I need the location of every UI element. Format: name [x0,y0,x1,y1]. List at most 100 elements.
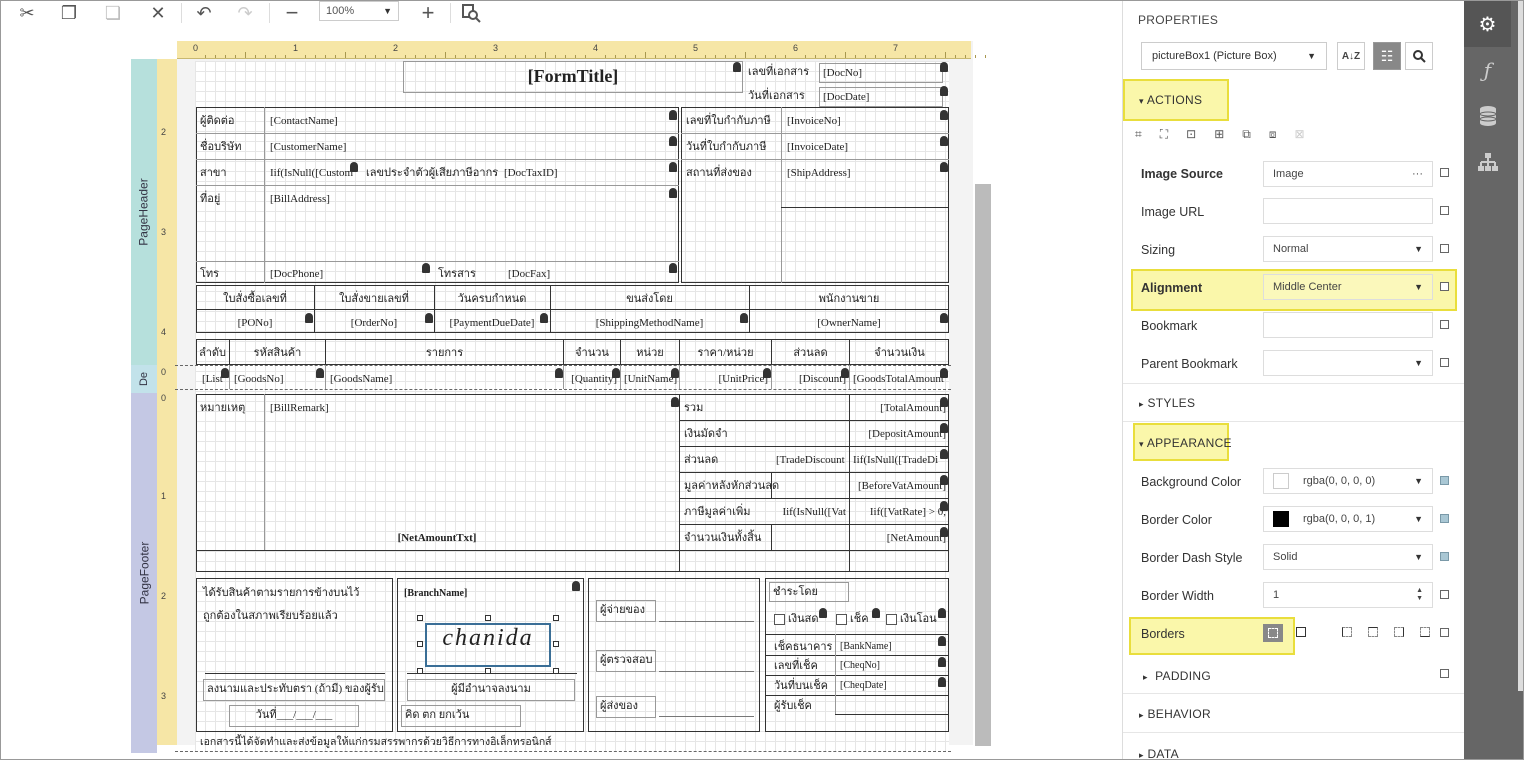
order-value-po[interactable]: [PONo] [197,314,313,332]
invoice-no-field[interactable]: [InvoiceNo] [784,112,934,130]
report-canvas[interactable]: [FormTitle] เลขที่เอกสาร [DocNo] วันที่เ… [175,61,951,752]
taxid-label[interactable]: เลขประจำตัวผู้เสียภาษีอากร [363,164,498,182]
phone-field[interactable]: [DocPhone] [267,265,417,283]
sort-alpha-icon[interactable]: A↓Z [1337,42,1365,70]
vat-expr-field[interactable]: Iif(IsNull([Vat [773,503,849,521]
item-header-price[interactable]: ราคา/หน่วย [680,344,771,362]
redo-icon[interactable]: ↷ [231,1,259,25]
item-header-amount[interactable]: จำนวนเงิน [850,344,949,362]
authorized-label[interactable]: ผู้มีอำนาจลงนาม [407,679,575,701]
image-source-reset[interactable] [1440,168,1449,177]
invoice-date-field[interactable]: [InvoiceDate] [784,138,934,156]
border-left-icon[interactable] [1342,627,1352,637]
border-right-icon[interactable] [1394,627,1404,637]
contact-label[interactable]: ผู้ติดต่อ [197,112,263,130]
item-header-desc[interactable]: รายการ [326,344,563,362]
branch-expr-field[interactable]: Iif(IsNull([Custom [267,164,359,182]
summary-label-deposit[interactable]: เงินมัดจำ [681,425,847,443]
order-header-sales[interactable]: พนักงานขาย [750,290,948,308]
page-footer-band[interactable]: PageFooter [131,393,157,753]
summary-value-vat[interactable]: Iif([VatRate] > 0, [850,503,949,521]
field-list-database-icon[interactable] [1464,93,1511,139]
bring-to-front-icon[interactable]: ⧉ [1242,127,1251,142]
image-source-input[interactable]: Image ··· [1263,161,1433,187]
bg-color-reset[interactable] [1440,476,1449,485]
summary-value-discount[interactable]: Iif(IsNull([TradeDi [850,451,949,469]
order-value-so[interactable]: [OrderNo] [315,314,433,332]
order-value-due[interactable]: [PaymentDueDate] [435,314,549,332]
order-header-so[interactable]: ใบสั่งขายเลขที่ [315,290,433,308]
border-bottom-icon[interactable] [1420,627,1430,637]
copy-icon[interactable]: ❐ [55,1,83,25]
trade-discount-field[interactable]: [TradeDiscount [773,451,849,469]
net-amount-text[interactable]: [NetAmountTxt] [197,529,677,547]
align-to-grid-icon[interactable]: ⌗ [1135,127,1142,142]
zoom-in-icon[interactable]: + [414,1,442,25]
remark-label[interactable]: หมายเหตุ [197,399,263,417]
summary-label-discount[interactable]: ส่วนลด [681,451,769,469]
cheq-date-label[interactable]: วันที่บนเช็ค [771,677,835,695]
alignment-select[interactable]: Middle Center ▼ [1263,274,1433,300]
address-field[interactable]: [BillAddress] [267,190,667,208]
address-label[interactable]: ที่อยู่ [197,190,263,208]
image-url-reset[interactable] [1440,206,1449,215]
summary-value-net[interactable]: [NetAmount] [850,529,949,547]
delete-icon[interactable]: ✕ [144,1,172,25]
border-all-icon[interactable] [1296,627,1306,637]
vertical-scrollbar[interactable] [975,184,991,746]
sizing-reset[interactable] [1440,244,1449,253]
bank-field[interactable]: [BankName] [837,638,947,656]
fax-field[interactable]: [DocFax] [505,265,665,283]
zoom-out-icon[interactable]: − [278,1,306,25]
doc-date-field[interactable]: [DocDate] [819,87,943,107]
properties-gear-icon[interactable]: ⚙ [1464,1,1511,47]
padding-reset[interactable] [1440,669,1449,678]
center-horizontally-icon[interactable]: ⊡ [1186,127,1196,142]
border-color-reset[interactable] [1440,514,1449,523]
border-color-select[interactable]: rgba(0, 0, 0, 1) ▼ [1263,506,1433,532]
appearance-section-toggle[interactable]: ▾ APPEARANCE [1139,436,1481,450]
sizing-select[interactable]: Normal ▼ [1263,236,1433,262]
pay-by-label[interactable]: ชำระโดย [769,582,849,602]
padding-section-toggle[interactable]: ▸ PADDING [1143,669,1485,683]
summary-label-net[interactable]: จำนวนเงินทั้งสิ้น [681,529,847,547]
send-to-back-icon[interactable]: ⧈ [1269,127,1277,142]
stepper-icon[interactable]: ▲ ▼ [1416,587,1423,603]
data-section-toggle[interactable]: ▸ DATA [1139,747,1481,759]
order-value-ship[interactable]: [ShippingMethodName] [551,314,748,332]
expressions-function-icon[interactable]: ƒ [1464,47,1511,93]
received-line-2[interactable]: ถูกต้องในสภาพเรียบร้อยแล้ว [200,607,390,625]
order-header-po[interactable]: ใบสั่งซื้อเลขที่ [197,290,313,308]
doc-no-field[interactable]: [DocNo] [819,63,943,83]
styles-section-toggle[interactable]: ▸ STYLES [1139,396,1481,410]
undo-icon[interactable]: ↶ [190,1,218,25]
payer-label[interactable]: ผู้จ่ายของ [596,600,656,622]
alignment-reset[interactable] [1440,282,1449,291]
cheq-no-label[interactable]: เลขที่เช็ค [771,657,835,675]
categorized-view-icon[interactable]: ☷ [1373,42,1401,70]
bookmark-input[interactable] [1263,312,1433,338]
parent-bookmark-reset[interactable] [1440,358,1449,367]
item-value-desc[interactable]: [GoodsName] [327,370,561,388]
invoice-no-label[interactable]: เลขที่ใบกำกับภาษี [683,112,779,130]
item-value-code[interactable]: [GoodsNo] [231,370,323,388]
contact-field[interactable]: [ContactName] [267,112,667,130]
phone-label[interactable]: โทร [197,265,263,283]
order-header-ship[interactable]: ขนส่งโดย [551,290,748,308]
summary-value-before-vat[interactable]: [BeforeVatAmount] [850,477,949,495]
paste-icon[interactable]: ❏ [99,1,127,25]
receiver-date-line[interactable]: วันที่___/___/___ [229,705,359,727]
item-value-discount[interactable]: [Discount] [772,370,849,388]
sender-label[interactable]: ผู้ส่งของ [596,696,656,718]
cheq-receiver-label[interactable]: ผู้รับเช็ค [771,697,835,715]
parent-bookmark-select[interactable]: ▼ [1263,350,1433,376]
signature-picture-box[interactable]: chanida [425,623,551,667]
item-header-code[interactable]: รหัสสินค้า [230,344,325,362]
border-top-icon[interactable] [1368,627,1378,637]
receiver-sign-label[interactable]: ลงนามและประทับตรา (ถ้ามี) ของผู้รับ [203,679,385,701]
bg-color-select[interactable]: rgba(0, 0, 0, 0) ▼ [1263,468,1433,494]
cheq-date-field[interactable]: [CheqDate] [837,677,947,695]
page-header-band[interactable]: PageHeader [131,59,157,365]
form-title[interactable]: [FormTitle] [403,61,743,93]
border-width-reset[interactable] [1440,590,1449,599]
